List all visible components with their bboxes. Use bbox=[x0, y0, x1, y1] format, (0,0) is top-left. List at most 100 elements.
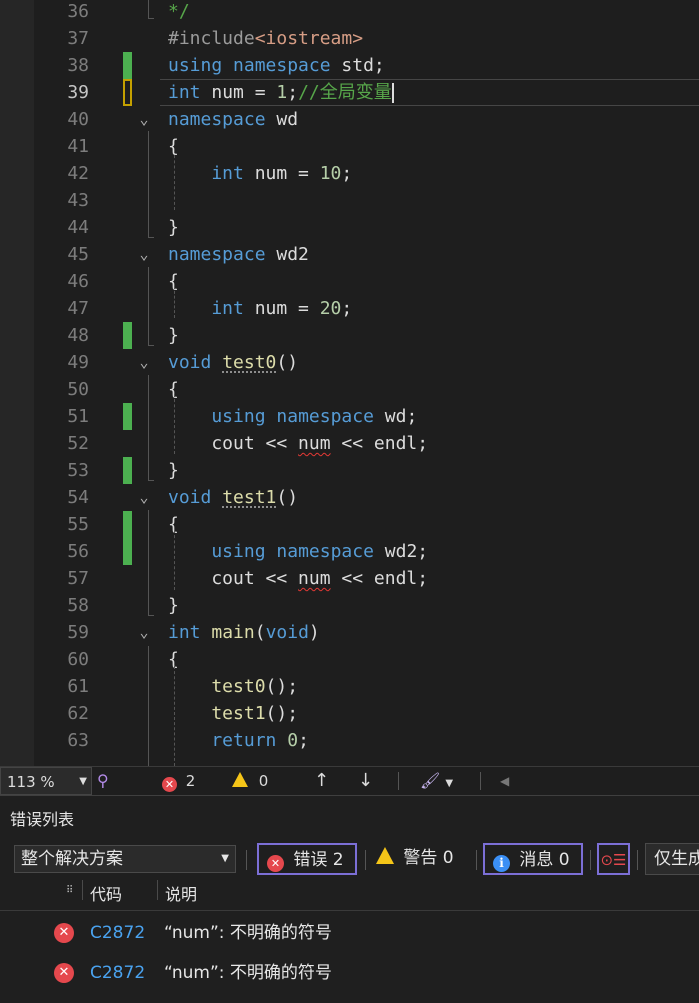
line-number: 45 bbox=[67, 244, 89, 265]
line-number: 51 bbox=[67, 406, 89, 427]
line-number: 53 bbox=[67, 460, 89, 481]
code-line[interactable] bbox=[0, 484, 699, 511]
code-line[interactable] bbox=[0, 619, 699, 646]
code-token: wd2; bbox=[373, 541, 429, 562]
code-line[interactable] bbox=[0, 673, 699, 700]
code-line[interactable] bbox=[0, 187, 699, 214]
brush-cleanup-icon[interactable]: 🖌 ▼ bbox=[420, 767, 453, 795]
info-icon: i bbox=[493, 855, 510, 872]
code-text: */ bbox=[168, 0, 190, 25]
code-text: namespace wd bbox=[168, 106, 298, 133]
scroll-left-icon[interactable]: ◀ bbox=[500, 767, 509, 795]
code-line[interactable] bbox=[0, 349, 699, 376]
errors-filter-button[interactable]: ✕ 错误 2 bbox=[257, 843, 357, 875]
zoom-dropdown[interactable]: 113 % ▼ bbox=[0, 767, 92, 795]
indent-guide-end bbox=[148, 18, 154, 19]
code-text: using namespace wd; bbox=[168, 403, 417, 430]
fold-chevron-icon[interactable]: ⌄ bbox=[136, 619, 152, 646]
code-line[interactable] bbox=[0, 646, 699, 673]
line-number: 39 bbox=[67, 82, 89, 103]
line-number: 63 bbox=[67, 730, 89, 751]
error-count: 2 bbox=[185, 772, 196, 790]
code-token: void bbox=[265, 622, 309, 643]
indent-guide-end bbox=[148, 345, 154, 346]
fold-chevron-icon[interactable]: ⌄ bbox=[136, 106, 152, 133]
change-marker bbox=[123, 457, 132, 484]
indent-guide bbox=[174, 286, 175, 318]
messages-filter-label: 消息 0 bbox=[519, 850, 570, 870]
fold-chevron-icon[interactable]: ⌄ bbox=[136, 349, 152, 376]
code-line[interactable] bbox=[0, 0, 699, 25]
code-token: std; bbox=[330, 55, 385, 76]
column-header-code[interactable]: 代码 bbox=[90, 880, 122, 910]
build-filter-value: 仅生成 bbox=[654, 849, 699, 869]
line-number: 48 bbox=[67, 325, 89, 346]
code-line[interactable] bbox=[0, 457, 699, 484]
code-text: using namespace std; bbox=[168, 52, 385, 79]
code-token: void bbox=[168, 487, 212, 508]
code-line[interactable] bbox=[0, 700, 699, 727]
code-line[interactable] bbox=[0, 268, 699, 295]
filter-options-icon[interactable]: ⊙☰ bbox=[597, 843, 630, 875]
warnings-filter-button[interactable]: 警告 0 bbox=[368, 843, 472, 875]
indent-guide bbox=[148, 0, 149, 18]
error-code-link[interactable]: C2872 bbox=[90, 953, 145, 993]
code-text: int main(void) bbox=[168, 619, 320, 646]
code-line[interactable] bbox=[0, 727, 699, 754]
code-token: () bbox=[276, 352, 299, 373]
code-line[interactable] bbox=[0, 592, 699, 619]
code-token: using bbox=[168, 541, 266, 562]
scope-dropdown[interactable]: 整个解决方案 ▼ bbox=[14, 845, 236, 873]
indent-guide bbox=[148, 510, 149, 615]
code-line[interactable] bbox=[0, 241, 699, 268]
code-token: namespace bbox=[276, 406, 374, 427]
code-line[interactable] bbox=[0, 511, 699, 538]
column-divider bbox=[82, 880, 83, 900]
warning-count-indicator[interactable]: 0 bbox=[232, 767, 268, 795]
line-number: 58 bbox=[67, 595, 89, 616]
code-token: void bbox=[168, 352, 212, 373]
line-number: 46 bbox=[67, 271, 89, 292]
error-count-indicator[interactable]: ✕ 2 bbox=[162, 767, 195, 795]
line-number: 50 bbox=[67, 379, 89, 400]
code-token: num bbox=[298, 433, 331, 454]
line-number: 56 bbox=[67, 541, 89, 562]
column-header-description[interactable]: 说明 bbox=[165, 880, 197, 910]
indent-guide bbox=[148, 267, 149, 345]
chevron-down-icon: ▼ bbox=[221, 853, 229, 864]
fold-chevron-icon[interactable]: ⌄ bbox=[136, 241, 152, 268]
code-editor[interactable]: 36 */ 37 #include<iostream> 38 using namespac… bbox=[0, 0, 699, 766]
code-line[interactable] bbox=[0, 133, 699, 160]
sort-icon[interactable]: ⠿ bbox=[66, 884, 73, 898]
error-row[interactable]: ✕ C2872 “num”: 不明确的符号 bbox=[0, 913, 699, 953]
code-token: num = bbox=[200, 82, 277, 103]
line-number: 42 bbox=[67, 163, 89, 184]
code-token: namespace bbox=[168, 109, 266, 130]
messages-filter-button[interactable]: i 消息 0 bbox=[483, 843, 583, 875]
text-caret bbox=[391, 83, 394, 103]
fold-chevron-icon[interactable]: ⌄ bbox=[136, 484, 152, 511]
code-token: } bbox=[168, 325, 179, 346]
code-token: //全局变量 bbox=[298, 82, 392, 103]
copilot-icon[interactable]: ⚲ bbox=[97, 767, 109, 795]
line-number: 38 bbox=[67, 55, 89, 76]
indent-guide bbox=[174, 666, 175, 766]
divider bbox=[365, 850, 366, 870]
code-text: using namespace wd2; bbox=[168, 538, 428, 565]
arrow-down-icon[interactable]: ↓ bbox=[358, 767, 373, 795]
code-token: int bbox=[168, 622, 201, 643]
code-text: void test0() bbox=[168, 349, 298, 376]
error-row[interactable]: ✕ C2872 “num”: 不明确的符号 bbox=[0, 953, 699, 993]
arrow-up-icon[interactable]: ↑ bbox=[314, 767, 329, 795]
error-code-link[interactable]: C2872 bbox=[90, 913, 145, 953]
divider bbox=[637, 850, 638, 870]
build-filter-dropdown[interactable]: 仅生成 bbox=[645, 843, 699, 875]
code-line[interactable] bbox=[0, 106, 699, 133]
code-line[interactable] bbox=[0, 376, 699, 403]
code-token: 10 bbox=[319, 163, 342, 184]
code-token: 20 bbox=[319, 298, 342, 319]
code-token: test0 bbox=[222, 352, 277, 373]
code-line[interactable] bbox=[0, 322, 699, 349]
code-line[interactable] bbox=[0, 214, 699, 241]
